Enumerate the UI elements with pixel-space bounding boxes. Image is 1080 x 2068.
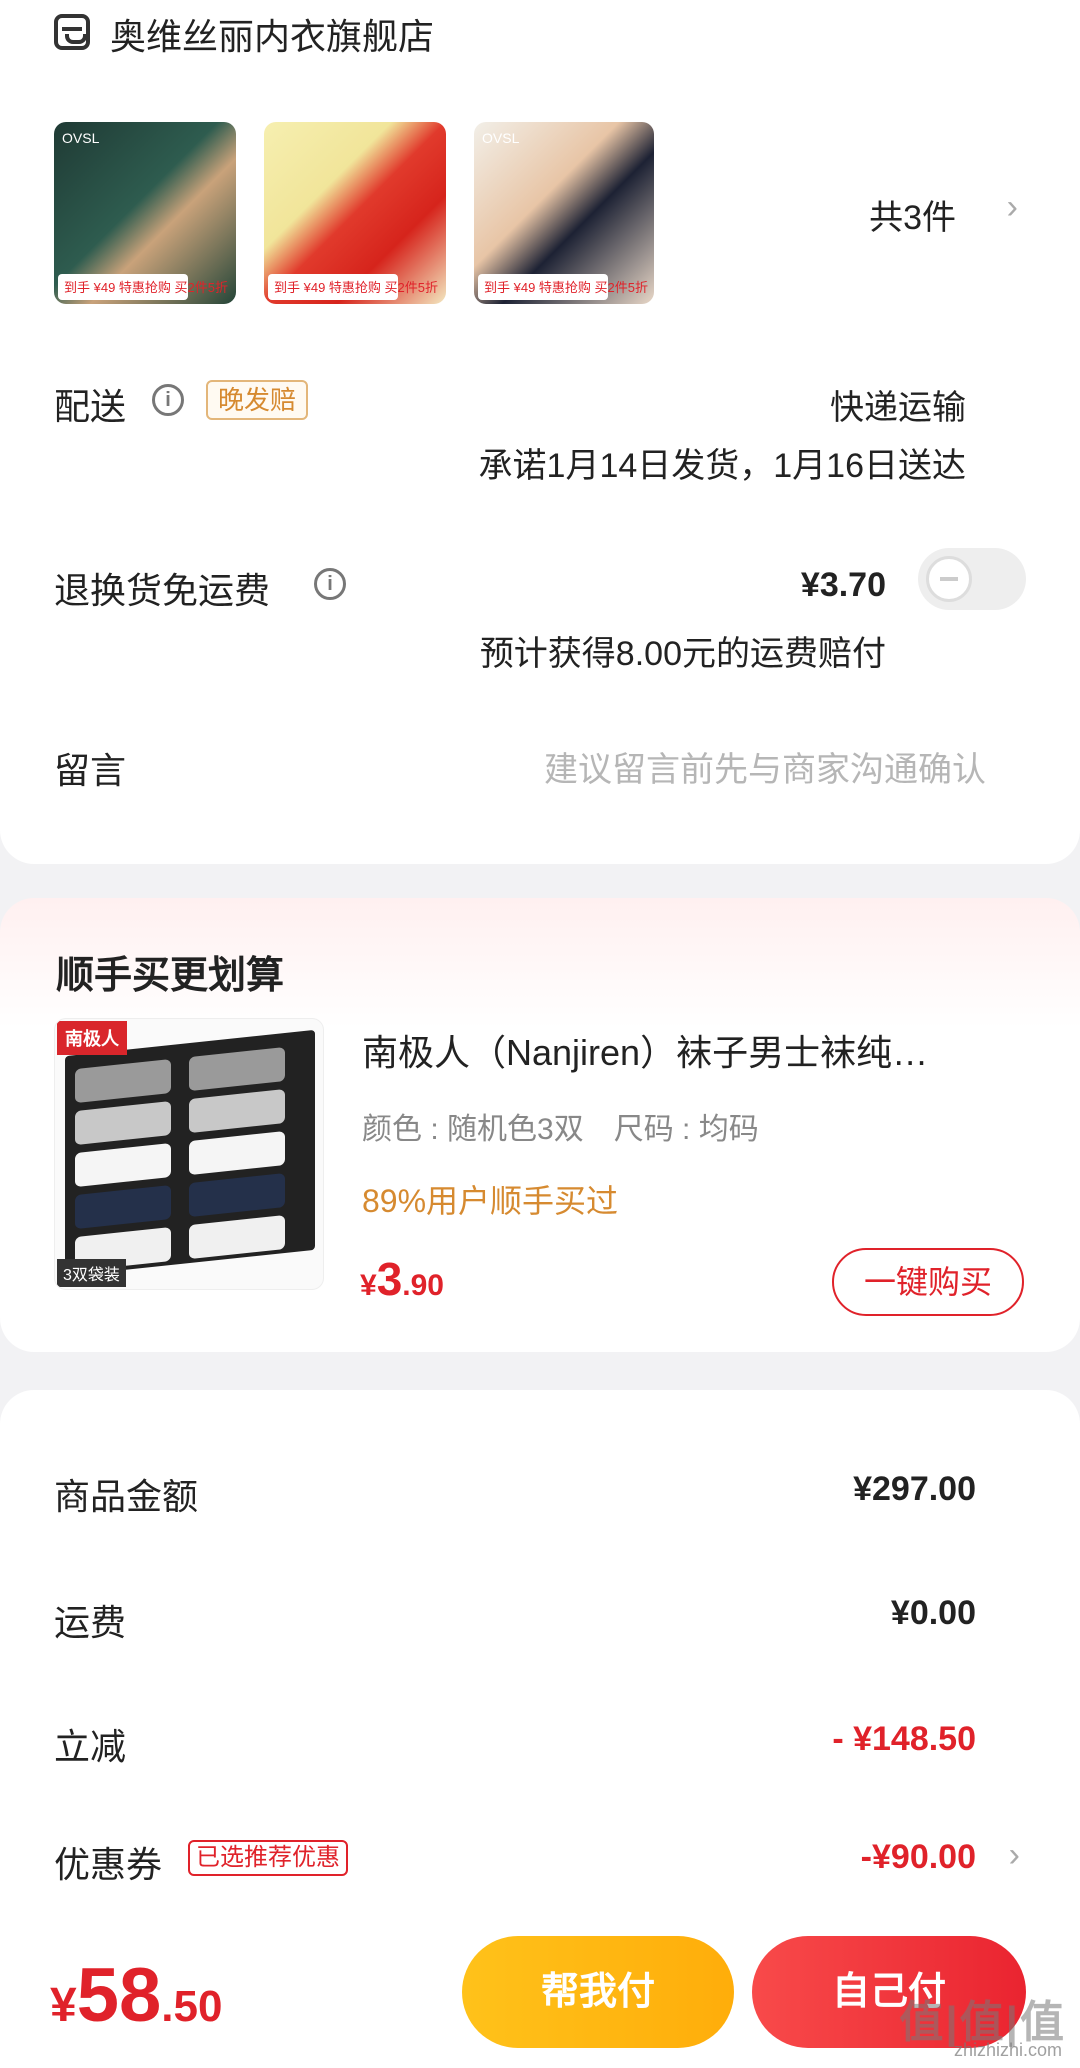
help-me-pay-button[interactable]: 帮我付 (462, 1936, 734, 2048)
chevron-right-icon[interactable]: › (1007, 188, 1018, 227)
thumbnail-price-tag: 到手 ¥49 特惠抢购 买2件5折 (268, 274, 438, 300)
item-count[interactable]: 共3件 (869, 190, 956, 239)
upsell-product-image[interactable]: 南极人 3双袋装 (54, 1018, 324, 1290)
thumbnail-price-tag: 到手 ¥49 特惠抢购 买2件5折 (478, 274, 648, 300)
one-click-buy-button[interactable]: 一键购买 (832, 1248, 1024, 1316)
upsell-price: ¥3.90 (360, 1252, 444, 1306)
discount-value: - ¥148.50 (832, 1720, 976, 1758)
chevron-right-icon[interactable]: › (1009, 1836, 1020, 1875)
total-integer: 58 (76, 1953, 162, 2038)
message-input[interactable]: 建议留言前先与商家沟通确认 (544, 742, 986, 791)
upsell-hint: 89%用户顺手买过 (362, 1183, 619, 1219)
order-card: 奥维丝丽内衣旗舰店 OVSL 到手 ¥49 特惠抢购 买2件5折 到手 ¥49 … (0, 0, 1080, 864)
return-shipping-label: 退换货免运费 (54, 570, 271, 611)
product-thumbnail[interactable]: OVSL 到手 ¥49 特惠抢购 买2件5折 (474, 122, 654, 304)
thumbnail-price-tag: 到手 ¥49 特惠抢购 买2件5折 (58, 274, 228, 300)
shipping-value: ¥0.00 (890, 1594, 976, 1632)
coupon-badge: 已选推荐优惠 (188, 1840, 348, 1876)
thumbnail-brand: OVSL (62, 130, 100, 146)
sock-box (65, 1029, 315, 1277)
delivery-label: 配送 (54, 386, 127, 427)
store-name[interactable]: 奥维丝丽内衣旗舰店 (110, 8, 434, 60)
product-thumbnail[interactable]: 到手 ¥49 特惠抢购 买2件5折 (264, 122, 446, 304)
pack-label: 3双袋装 (57, 1259, 126, 1287)
brand-logo: 南极人 (57, 1021, 127, 1055)
delivery-promise: 承诺1月14日发货，1月16日送达 (478, 447, 966, 485)
goods-amount-label: 商品金额 (54, 1476, 199, 1517)
price-decimal: .90 (402, 1269, 444, 1302)
return-shipping-price: ¥3.70 (800, 566, 886, 604)
info-icon[interactable]: i (152, 384, 184, 416)
return-shipping-note: 预计获得8.00元的运费赔付 (479, 635, 886, 673)
return-shipping-toggle[interactable] (918, 548, 1026, 610)
info-icon[interactable]: i (314, 568, 346, 600)
upsell-product-spec[interactable]: 颜色 : 随机色3双 尺码 : 均码 (362, 1104, 759, 1148)
delivery-method[interactable]: 快递运输 (830, 380, 966, 429)
shipping-label: 运费 (54, 1602, 127, 1643)
thumbnail-brand: OVSL (482, 130, 520, 146)
message-label: 留言 (54, 750, 127, 791)
store-icon (54, 14, 90, 50)
toggle-knob (926, 556, 972, 602)
goods-amount-value: ¥297.00 (853, 1470, 976, 1508)
late-compensation-badge: 晚发赔 (206, 380, 309, 420)
total-decimal: .50 (161, 1982, 223, 2031)
pay-total: ¥58.50 (50, 1952, 222, 2039)
discount-label: 立减 (54, 1726, 127, 1767)
coupon-value[interactable]: -¥90.00 (861, 1838, 976, 1877)
price-currency: ¥ (360, 1269, 377, 1302)
coupon-label[interactable]: 优惠券 (54, 1836, 162, 1888)
total-currency: ¥ (50, 1979, 77, 2032)
product-thumbnail[interactable]: OVSL 到手 ¥49 特惠抢购 买2件5折 (54, 122, 236, 304)
upsell-product-title[interactable]: 南极人（Nanjiren）袜子男士袜纯… (362, 1024, 1032, 1076)
price-integer: 3 (376, 1253, 403, 1305)
watermark-url: zhizhizhi.com (953, 2040, 1062, 2060)
upsell-title: 顺手买更划算 (56, 955, 285, 997)
